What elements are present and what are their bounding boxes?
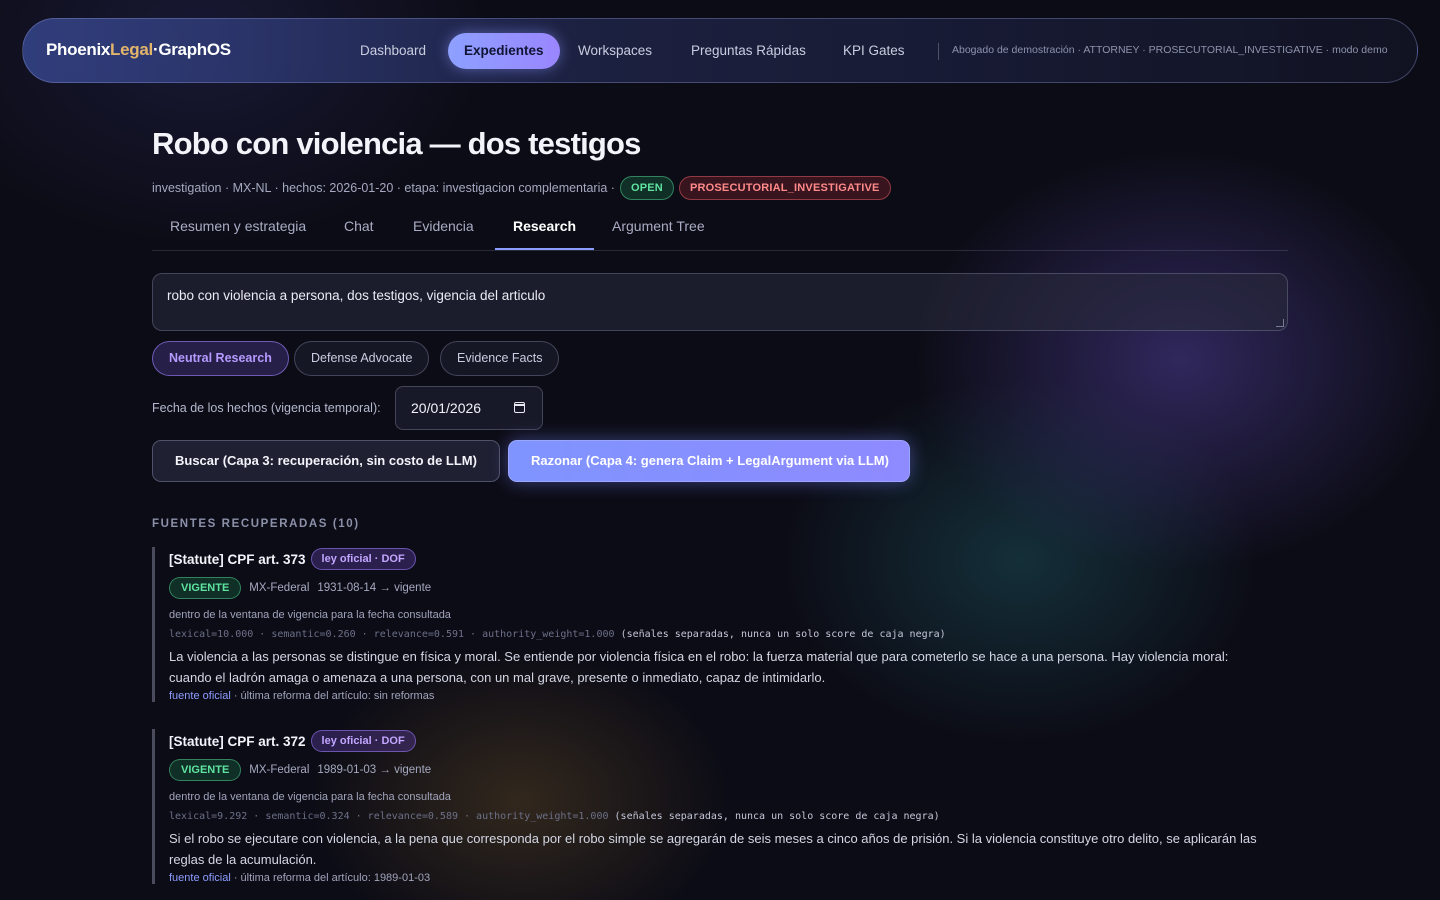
law-badge: ley oficial · DOF — [310, 548, 416, 570]
source-title-row: [Statute] CPF art. 373 ley oficial · DOF — [169, 547, 1282, 571]
facts-date-input[interactable]: 20/01/2026 — [395, 386, 543, 430]
source-window: dentro de la ventana de vigencia para la… — [169, 609, 451, 621]
source-jurisdiction: MX-Federal — [249, 764, 310, 776]
role-badge: PROSECUTORIAL_INVESTIGATIVE — [678, 176, 891, 200]
source-item: [Statute] CPF art. 373 ley oficial · DOF… — [152, 547, 1282, 702]
calendar-icon[interactable] — [514, 402, 525, 413]
scores-note: (señales separadas, nunca un solo score … — [614, 811, 940, 822]
mode-neutral-research[interactable]: Neutral Research — [152, 341, 289, 376]
source-item: [Statute] CPF art. 372 ley oficial · DOF… — [152, 729, 1282, 884]
date-value: 20/01/2026 — [411, 400, 482, 416]
tab-research[interactable]: Research — [495, 204, 595, 250]
research-query-input[interactable]: robo con violencia a persona, dos testig… — [152, 273, 1288, 331]
source-period: 1989-01-03 → vigente — [317, 764, 432, 776]
query-text: robo con violencia a persona, dos testig… — [167, 288, 546, 303]
nav-preguntas-rapidas[interactable]: Preguntas Rápidas — [675, 33, 822, 69]
source-window: dentro de la ventana de vigencia para la… — [169, 791, 451, 803]
source-scores: lexical=10.000 · semantic=0.260 · releva… — [169, 629, 1282, 640]
nav-divider — [938, 43, 939, 60]
tab-evidencia[interactable]: Evidencia — [395, 204, 492, 250]
source-text: La violencia a las personas se distingue… — [169, 649, 1229, 685]
user-info: Abogado de demostración · ATTORNEY · PRO… — [952, 44, 1388, 56]
source-title-row: [Statute] CPF art. 372 ley oficial · DOF — [169, 729, 1282, 753]
last-reform: · última reforma del artículo: sin refor… — [233, 690, 435, 702]
nav-workspaces[interactable]: Workspaces — [562, 33, 668, 69]
resize-handle-icon[interactable] — [1276, 319, 1284, 327]
nav-kpi-gates[interactable]: KPI Gates — [827, 33, 921, 69]
source-scores: lexical=9.292 · semantic=0.324 · relevan… — [169, 811, 1282, 822]
brand-part-2: Legal — [110, 40, 153, 59]
sources-heading: FUENTES RECUPERADAS (10) — [152, 518, 360, 530]
scores-values: lexical=9.292 · semantic=0.324 · relevan… — [169, 811, 609, 822]
official-source-link[interactable]: fuente oficial — [169, 690, 231, 702]
validity-badge: VIGENTE — [169, 577, 242, 599]
source-footer: fuente oficial · última reforma del artí… — [169, 690, 1282, 702]
page-title: Robo con violencia — dos testigos — [152, 126, 641, 161]
tab-argument-tree[interactable]: Argument Tree — [594, 204, 723, 250]
source-status-row: VIGENTE MX-Federal 1989-01-03 → vigente — [169, 758, 1282, 782]
source-period: 1931-08-14 → vigente — [317, 582, 432, 594]
reason-button[interactable]: Razonar (Capa 4: genera Claim + LegalArg… — [508, 440, 910, 482]
brand-part-3: GraphOS — [158, 40, 231, 59]
brand-part-1: Phoenix — [46, 40, 111, 59]
validity-badge: VIGENTE — [169, 759, 242, 781]
case-meta-text: investigation · MX-NL · hechos: 2026-01-… — [152, 181, 615, 195]
scores-values: lexical=10.000 · semantic=0.260 · releva… — [169, 629, 615, 640]
top-navbar: PhoenixLegal·GraphOS Dashboard Expedient… — [22, 18, 1418, 83]
source-title: [Statute] CPF art. 372 — [169, 733, 306, 749]
source-status-row: VIGENTE MX-Federal 1931-08-14 → vigente — [169, 576, 1282, 600]
mode-defense-advocate[interactable]: Defense Advocate — [294, 341, 430, 376]
scores-note: (señales separadas, nunca un solo score … — [620, 629, 946, 640]
search-button[interactable]: Buscar (Capa 3: recuperación, sin costo … — [152, 440, 500, 482]
brand-logo[interactable]: PhoenixLegal·GraphOS — [46, 40, 231, 60]
nav-expedientes[interactable]: Expedientes — [448, 33, 560, 69]
nav-dashboard[interactable]: Dashboard — [344, 33, 442, 69]
source-jurisdiction: MX-Federal — [249, 582, 310, 594]
last-reform: · última reforma del artículo: 1989-01-0… — [233, 872, 431, 884]
law-badge: ley oficial · DOF — [310, 730, 416, 752]
official-source-link[interactable]: fuente oficial — [169, 872, 231, 884]
source-title: [Statute] CPF art. 373 — [169, 551, 306, 567]
tab-resumen[interactable]: Resumen y estrategia — [152, 204, 324, 250]
case-meta: investigation · MX-NL · hechos: 2026-01-… — [152, 176, 891, 200]
status-badge: OPEN — [619, 176, 674, 200]
source-footer: fuente oficial · última reforma del artí… — [169, 872, 1282, 884]
mode-evidence-facts[interactable]: Evidence Facts — [440, 341, 560, 376]
tab-chat[interactable]: Chat — [326, 204, 392, 250]
date-label: Fecha de los hechos (vigencia temporal): — [152, 401, 381, 415]
case-tabs: Resumen y estrategia Chat Evidencia Rese… — [152, 204, 1288, 251]
source-text: Si el robo se ejecutare con violencia, a… — [169, 831, 1257, 867]
